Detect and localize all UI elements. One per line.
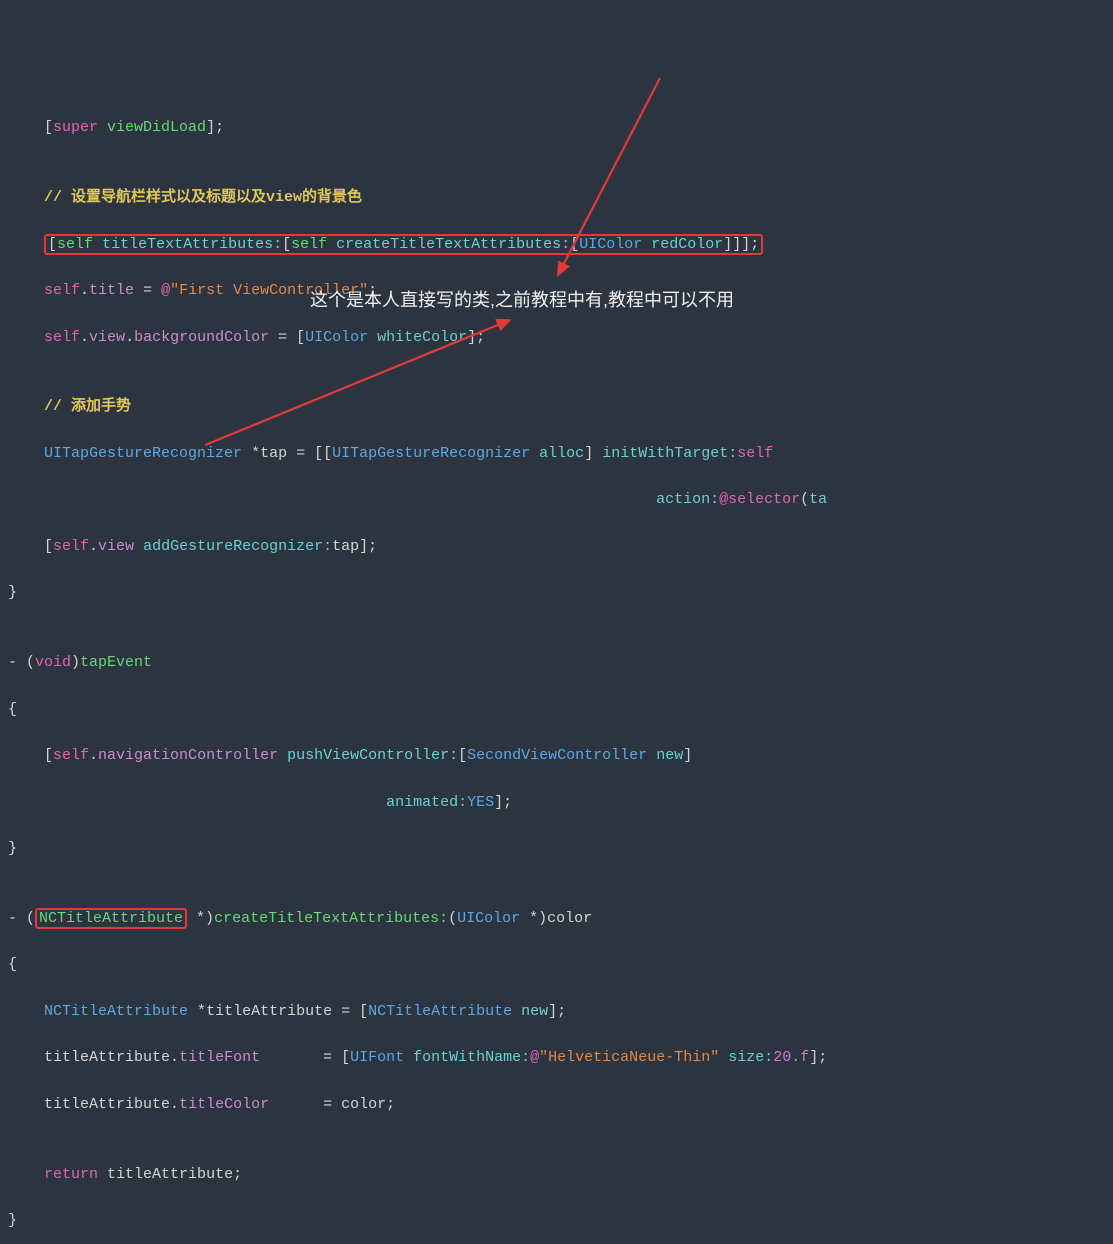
code-line: {: [8, 953, 1105, 976]
code-line: // 设置导航栏样式以及标题以及view的背景色: [8, 186, 1105, 209]
code-line: action:@selector(ta: [8, 488, 1105, 511]
code-line: // 添加手势: [8, 395, 1105, 418]
code-line: {: [8, 698, 1105, 721]
code-line: [self.navigationController pushViewContr…: [8, 744, 1105, 767]
code-line: [self.view addGestureRecognizer:tap];: [8, 535, 1105, 558]
code-line: }: [8, 581, 1105, 604]
code-line: [super viewDidLoad];: [8, 116, 1105, 139]
code-line: NCTitleAttribute *titleAttribute = [NCTi…: [8, 1000, 1105, 1023]
code-block: [super viewDidLoad]; // 设置导航栏样式以及标题以及vie…: [8, 93, 1105, 1244]
code-line: }: [8, 1209, 1105, 1232]
annotation-text: 这个是本人直接写的类,之前教程中有,教程中可以不用: [310, 287, 734, 315]
highlight-box-2: NCTitleAttribute: [35, 908, 187, 929]
code-line: - (void)tapEvent: [8, 651, 1105, 674]
code-line: UITapGestureRecognizer *tap = [[UITapGes…: [8, 442, 1105, 465]
code-line: - (NCTitleAttribute *)createTitleTextAtt…: [8, 907, 1105, 930]
code-line: [self titleTextAttributes:[self createTi…: [8, 233, 1105, 256]
code-line: titleAttribute.titleFont = [UIFont fontW…: [8, 1046, 1105, 1069]
code-line: }: [8, 837, 1105, 860]
code-line: titleAttribute.titleColor = color;: [8, 1093, 1105, 1116]
code-line: return titleAttribute;: [8, 1163, 1105, 1186]
code-line: self.view.backgroundColor = [UIColor whi…: [8, 326, 1105, 349]
code-line: animated:YES];: [8, 791, 1105, 814]
highlight-box-1: [self titleTextAttributes:[self createTi…: [44, 234, 763, 255]
